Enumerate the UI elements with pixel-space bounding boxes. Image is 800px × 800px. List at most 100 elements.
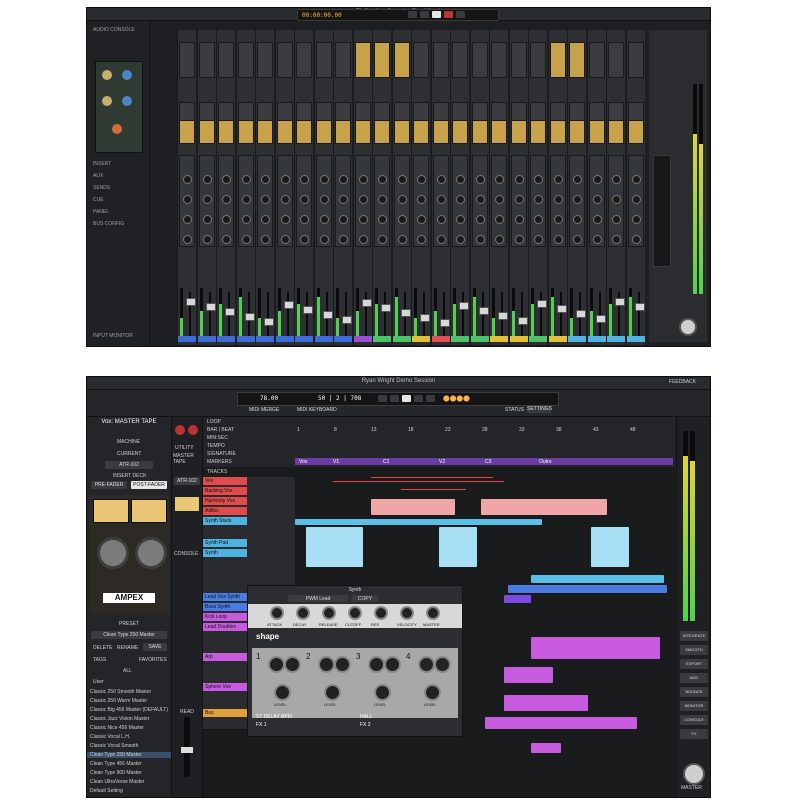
plugin-slot[interactable] xyxy=(588,120,605,144)
save-preset-button[interactable]: SAVE xyxy=(143,643,167,651)
clip-region[interactable] xyxy=(481,499,607,515)
fader[interactable] xyxy=(459,302,469,310)
tags-label[interactable]: TAGS xyxy=(93,657,106,663)
fader[interactable] xyxy=(517,317,528,325)
channel-name-color[interactable] xyxy=(256,336,274,342)
plugin-slot[interactable] xyxy=(296,42,312,78)
voice-knob-icon[interactable] xyxy=(384,656,401,673)
feedback-label[interactable]: FEEDBACK xyxy=(669,379,696,385)
knob-icon[interactable] xyxy=(241,195,251,204)
fader[interactable] xyxy=(400,309,411,317)
knob-icon[interactable] xyxy=(592,215,602,224)
plugin-slot[interactable] xyxy=(627,42,644,78)
knob-icon[interactable] xyxy=(514,215,524,224)
clip-region[interactable] xyxy=(504,695,588,711)
fader[interactable] xyxy=(225,308,235,316)
fader[interactable] xyxy=(595,315,606,323)
knob-icon[interactable] xyxy=(300,215,309,224)
channel-name-color[interactable] xyxy=(197,336,216,342)
knob-icon[interactable] xyxy=(436,215,446,224)
synth-knob-icon[interactable] xyxy=(322,606,336,620)
voice-knob-icon[interactable] xyxy=(434,656,451,673)
knob-icon[interactable] xyxy=(300,175,309,184)
knob-icon[interactable] xyxy=(495,215,504,224)
knob-icon[interactable] xyxy=(417,175,426,184)
plugin-slot[interactable] xyxy=(296,120,312,144)
master-panel-button[interactable]: INTEGRATE xyxy=(680,631,708,641)
knob-icon[interactable] xyxy=(631,215,641,224)
fader[interactable] xyxy=(205,303,216,311)
synth-copy-button[interactable]: COPY xyxy=(352,595,378,602)
clip-region[interactable] xyxy=(371,477,493,478)
fader[interactable] xyxy=(322,311,333,319)
knob-icon[interactable] xyxy=(319,175,329,184)
knob-icon[interactable] xyxy=(261,195,270,204)
monitor-knob-icon[interactable] xyxy=(683,763,705,785)
clip-region[interactable] xyxy=(371,499,455,515)
preset-list-item[interactable]: Classic Vocal Smooth xyxy=(90,743,138,749)
plugin-slot[interactable] xyxy=(237,42,254,78)
tempo-display[interactable]: 78.00 xyxy=(260,395,278,402)
plugin-slot[interactable] xyxy=(218,42,234,78)
plugin-slot[interactable] xyxy=(432,120,449,144)
channel-name-color[interactable] xyxy=(548,336,567,342)
level-knob-icon[interactable] xyxy=(324,684,341,701)
plugin-slot[interactable] xyxy=(393,120,410,144)
knob-icon[interactable] xyxy=(183,235,192,244)
plugin-slot[interactable] xyxy=(569,120,585,144)
knob-icon[interactable] xyxy=(573,235,582,244)
channel-name-color[interactable] xyxy=(334,336,352,342)
knob-icon[interactable] xyxy=(534,215,543,224)
knob-icon[interactable] xyxy=(592,195,602,204)
plugin-slot[interactable] xyxy=(413,120,429,144)
plugin-slot[interactable] xyxy=(491,120,507,144)
knob-icon[interactable] xyxy=(417,215,426,224)
knob-icon[interactable] xyxy=(456,235,465,244)
knob-icon[interactable] xyxy=(280,235,290,244)
position-display[interactable]: 50 | 2 | 708 xyxy=(318,395,361,402)
knob-icon[interactable] xyxy=(397,175,407,184)
post-fader-button[interactable]: POST-FADER xyxy=(131,481,167,489)
knob-icon[interactable] xyxy=(495,175,504,184)
knob-icon[interactable] xyxy=(514,175,524,184)
eq-knob-icon[interactable] xyxy=(112,124,122,134)
plugin-slot[interactable] xyxy=(569,42,585,78)
knob-icon[interactable] xyxy=(222,175,231,184)
knob-icon[interactable] xyxy=(261,175,270,184)
marker[interactable]: Vox xyxy=(299,459,307,465)
channel-name-color[interactable] xyxy=(373,336,391,342)
machine-select[interactable]: ATR-102 xyxy=(105,461,153,469)
plugin-slot[interactable] xyxy=(530,120,546,144)
clip-region[interactable] xyxy=(306,527,364,567)
loop-label[interactable]: LOOP xyxy=(207,419,221,425)
knob-icon[interactable] xyxy=(183,175,192,184)
plugin-slot[interactable] xyxy=(452,120,468,144)
knob-icon[interactable] xyxy=(202,195,212,204)
clip-region[interactable] xyxy=(530,743,561,753)
fader[interactable] xyxy=(478,307,489,315)
channel-name-color[interactable] xyxy=(626,336,645,342)
knob-icon[interactable] xyxy=(436,175,446,184)
level-knob-icon[interactable] xyxy=(374,684,391,701)
knob-icon[interactable] xyxy=(222,215,231,224)
eq-knob-icon[interactable] xyxy=(122,96,132,106)
voice-knob-icon[interactable] xyxy=(284,656,301,673)
knob-icon[interactable] xyxy=(202,215,212,224)
channel-name-color[interactable] xyxy=(568,336,586,342)
sidebar-label-panel[interactable]: PANEL xyxy=(93,209,109,215)
plugin-slot[interactable] xyxy=(179,120,195,144)
knob-icon[interactable] xyxy=(280,215,290,224)
strip-fader[interactable] xyxy=(181,717,193,777)
plugin-slot[interactable] xyxy=(549,120,566,144)
plugin-slot[interactable] xyxy=(354,42,371,78)
clip-region[interactable] xyxy=(504,595,531,603)
knob-icon[interactable] xyxy=(339,235,348,244)
fader[interactable] xyxy=(498,312,508,320)
channel-name-color[interactable] xyxy=(412,336,430,342)
fader[interactable] xyxy=(264,318,274,326)
preset-list-item[interactable]: Clean Type 456 Master xyxy=(90,761,142,767)
sidebar-label-bus-config[interactable]: BUS CONFIG xyxy=(93,221,124,227)
plugin-slot[interactable] xyxy=(335,42,351,78)
user-folder-label[interactable]: User xyxy=(93,679,104,685)
knob-icon[interactable] xyxy=(183,195,192,204)
